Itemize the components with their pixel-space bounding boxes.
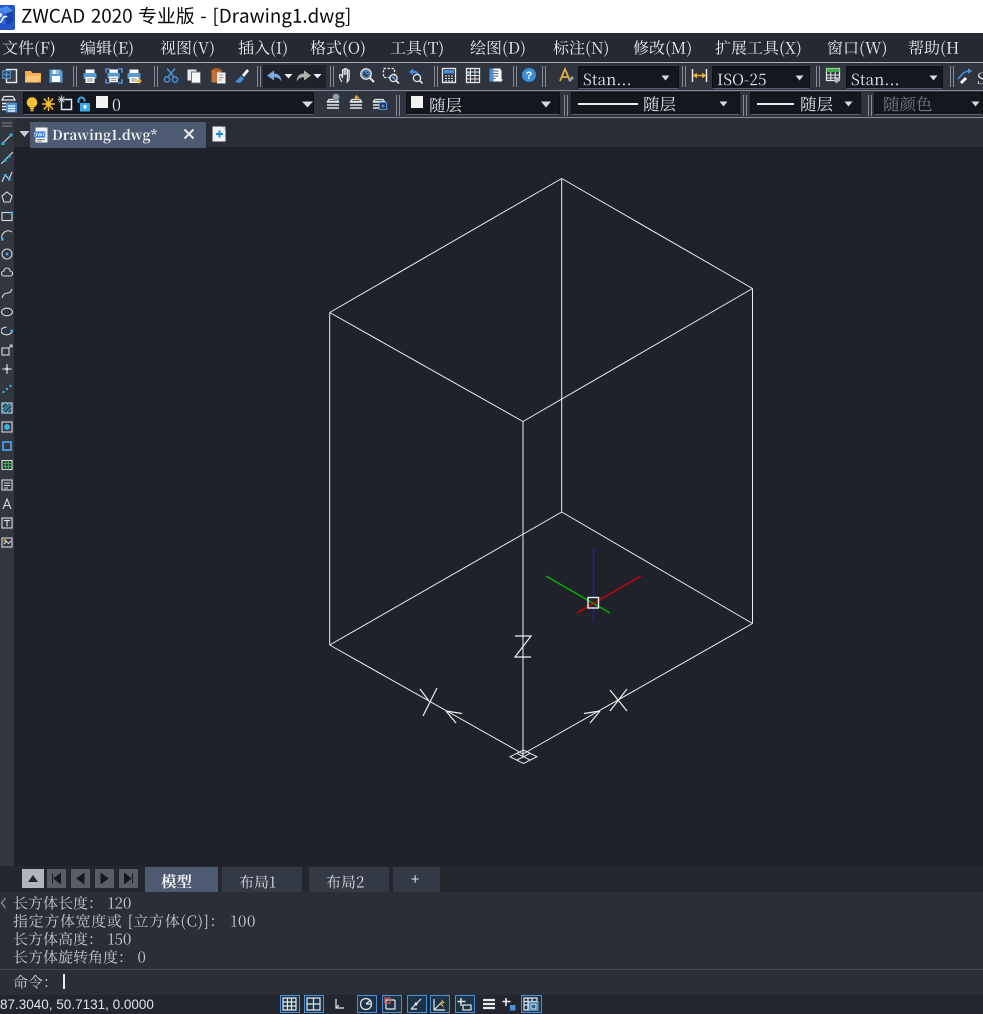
svg-text:DWG: DWG: [34, 133, 47, 139]
svg-text:?: ?: [526, 70, 533, 82]
